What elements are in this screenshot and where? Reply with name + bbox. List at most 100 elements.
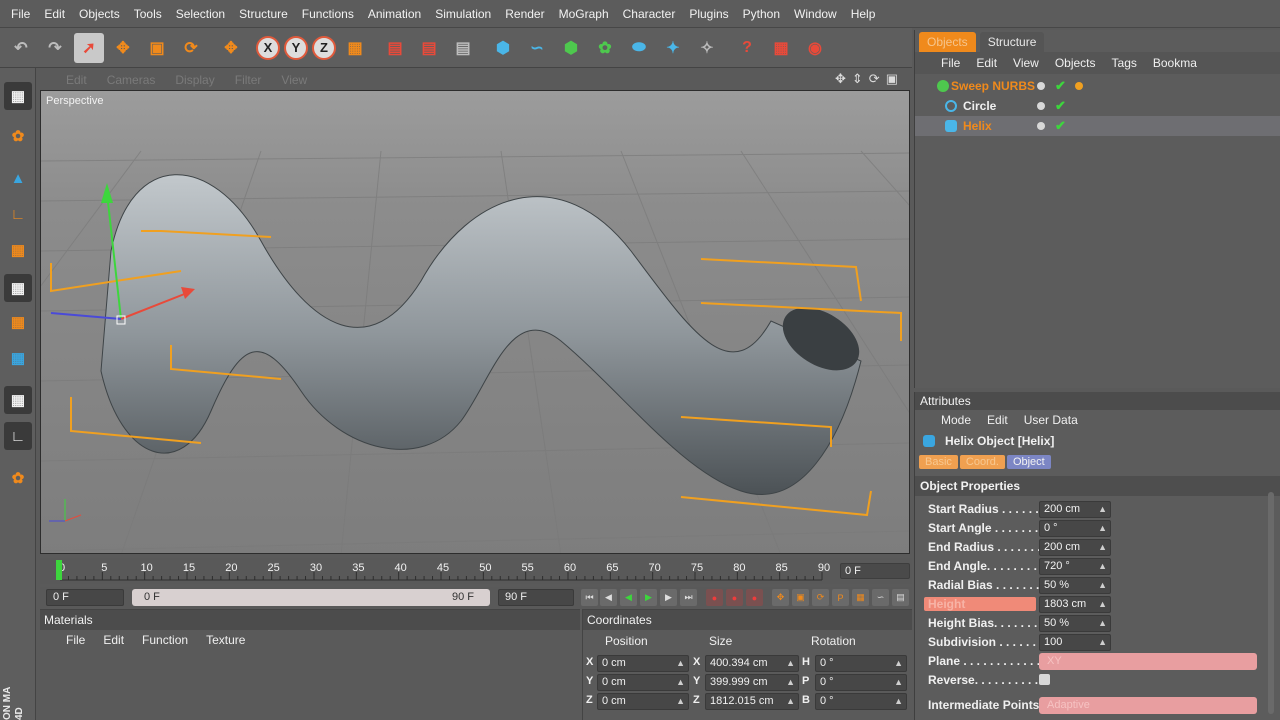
- record-scale-icon[interactable]: ▣: [792, 589, 809, 606]
- size-field[interactable]: 400.394 cm ▲: [705, 655, 799, 672]
- enabled-check-icon[interactable]: ✔: [1055, 96, 1066, 116]
- timeline[interactable]: 051015202530354045505560657075808590 0 F: [40, 558, 912, 584]
- workplane-icon[interactable]: ▦: [4, 344, 32, 372]
- rotate-icon[interactable]: ⟳: [176, 33, 206, 63]
- y-axis-icon[interactable]: Y: [284, 35, 308, 60]
- render-picture-viewer-icon[interactable]: ▤: [414, 33, 444, 63]
- checker-icon[interactable]: ▦: [4, 386, 32, 414]
- viewport-menu-view[interactable]: View: [281, 73, 307, 87]
- object-menu-view[interactable]: View: [1013, 56, 1039, 70]
- play-backwards-icon[interactable]: ◀: [620, 589, 637, 606]
- materials-menu-function[interactable]: Function: [142, 633, 188, 647]
- play-forwards-icon[interactable]: ▶: [640, 589, 657, 606]
- reverse-checkbox[interactable]: [1039, 674, 1050, 685]
- viewport-menu-edit[interactable]: Edit: [66, 73, 87, 87]
- record-parameter-icon[interactable]: P: [832, 589, 849, 606]
- menu-file[interactable]: File: [4, 7, 37, 21]
- intermediate-points-dropdown[interactable]: Adaptive: [1039, 697, 1257, 714]
- enabled-check-icon[interactable]: ✔: [1055, 76, 1066, 96]
- object-menu-bookma[interactable]: Bookma: [1153, 56, 1197, 70]
- spline-icon[interactable]: ∽: [522, 33, 552, 63]
- start-frame-field[interactable]: 0 F: [46, 589, 124, 606]
- object-row-helix[interactable]: Helix ✔: [915, 116, 1280, 136]
- menu-tools[interactable]: Tools: [127, 7, 169, 21]
- record-icon[interactable]: ◉: [800, 33, 830, 63]
- cube-icon[interactable]: ⬢: [488, 33, 518, 63]
- use-edge-icon[interactable]: ∟: [4, 200, 32, 228]
- attributes-menu-user-data[interactable]: User Data: [1024, 413, 1078, 427]
- viewport-menu-filter[interactable]: Filter: [235, 73, 262, 87]
- go-to-end-icon[interactable]: ⏭: [680, 589, 697, 606]
- zoom-view-icon[interactable]: ⇕: [852, 71, 863, 87]
- scene-icon[interactable]: ✦: [658, 33, 688, 63]
- menu-edit[interactable]: Edit: [37, 7, 72, 21]
- redo-icon[interactable]: ↷: [40, 33, 70, 63]
- viewport-menu-display[interactable]: Display: [175, 73, 214, 87]
- move-view-icon[interactable]: ✥: [835, 71, 846, 87]
- previous-key-icon[interactable]: ◀: [600, 589, 617, 606]
- object-menu-edit[interactable]: Edit: [976, 56, 997, 70]
- attributes-menu-mode[interactable]: Mode: [941, 413, 971, 427]
- tab-basic[interactable]: Basic: [919, 455, 958, 469]
- deformer-icon[interactable]: ⬬: [624, 33, 654, 63]
- toggle-view-icon[interactable]: ▣: [886, 71, 898, 87]
- render-view-icon[interactable]: ▤: [380, 33, 410, 63]
- position-field[interactable]: 0 cm ▲: [597, 655, 689, 672]
- enabled-check-icon[interactable]: ✔: [1055, 116, 1066, 136]
- end-radius-field[interactable]: 200 cm ▲: [1039, 539, 1111, 556]
- interpolation-icon[interactable]: ∽: [872, 589, 889, 606]
- object-menu-tags[interactable]: Tags: [1112, 56, 1137, 70]
- position-field[interactable]: 0 cm ▲: [597, 674, 689, 691]
- height-field[interactable]: 1803 cm ▲: [1039, 596, 1111, 613]
- attributes-scrollbar[interactable]: [1268, 492, 1274, 714]
- move-icon[interactable]: ✥: [108, 33, 138, 63]
- menu-python[interactable]: Python: [736, 7, 787, 21]
- rotation-field[interactable]: 0 ° ▲: [815, 655, 907, 672]
- rotation-field[interactable]: 0 ° ▲: [815, 693, 907, 710]
- record-active-icon[interactable]: ●: [706, 589, 723, 606]
- use-object-icon[interactable]: ✿: [4, 122, 32, 150]
- menu-help[interactable]: Help: [844, 7, 883, 21]
- visibility-dot[interactable]: [1037, 82, 1045, 90]
- tab-object[interactable]: Object: [1006, 455, 1051, 469]
- scale-icon[interactable]: ▣: [142, 33, 172, 63]
- plane-dropdown[interactable]: XY: [1039, 653, 1257, 670]
- menu-character[interactable]: Character: [616, 7, 683, 21]
- radial-bias-field[interactable]: 50 % ▲: [1039, 577, 1111, 594]
- menu-structure[interactable]: Structure: [232, 7, 295, 21]
- size-field[interactable]: 1812.015 cm ▲: [705, 693, 799, 710]
- materials-menu-edit[interactable]: Edit: [103, 633, 124, 647]
- materials-menu-texture[interactable]: Texture: [206, 633, 245, 647]
- rotate-view-icon[interactable]: ⟳: [869, 71, 880, 87]
- object-menu-file[interactable]: File: [941, 56, 960, 70]
- move-axis-icon[interactable]: ✥: [216, 33, 246, 63]
- menu-objects[interactable]: Objects: [72, 7, 127, 21]
- world-coordinates-icon[interactable]: ▦: [340, 33, 370, 63]
- end-angle-field[interactable]: 720 ° ▲: [1039, 558, 1111, 575]
- tag-dot[interactable]: [1075, 82, 1083, 90]
- undo-icon[interactable]: ↶: [6, 33, 36, 63]
- tab-objects[interactable]: Objects: [919, 32, 976, 52]
- texture-axis-icon[interactable]: ▦: [4, 308, 32, 336]
- keyframe-selection-icon[interactable]: ●: [746, 589, 763, 606]
- frame-range-slider[interactable]: 0 F 90 F: [132, 589, 490, 606]
- layout-icon[interactable]: ▦: [766, 33, 796, 63]
- use-polygon-icon[interactable]: ▦: [4, 236, 32, 264]
- 3d-viewport[interactable]: Perspective: [40, 90, 910, 554]
- help-icon[interactable]: ?: [732, 33, 762, 63]
- visibility-dot[interactable]: [1037, 102, 1045, 110]
- menu-mograph[interactable]: MoGraph: [552, 7, 616, 21]
- timeline-ruler[interactable]: 051015202530354045505560657075808590: [52, 558, 832, 584]
- use-point-icon[interactable]: ▲: [4, 164, 32, 192]
- snap-icon[interactable]: ∟: [4, 422, 32, 450]
- materials-menu-file[interactable]: File: [66, 633, 85, 647]
- go-to-start-icon[interactable]: ⏮: [581, 589, 598, 606]
- rotation-field[interactable]: 0 ° ▲: [815, 674, 907, 691]
- use-model-icon[interactable]: ▦: [4, 82, 32, 110]
- current-frame-field[interactable]: 0 F: [840, 563, 910, 579]
- subdivision-field[interactable]: 100 ▲: [1039, 634, 1111, 651]
- object-row-sweep-nurbs[interactable]: Sweep NURBS ✔: [915, 76, 1280, 96]
- timeline-window-icon[interactable]: ▤: [892, 589, 909, 606]
- autokey-icon[interactable]: ●: [726, 589, 743, 606]
- menu-functions[interactable]: Functions: [295, 7, 361, 21]
